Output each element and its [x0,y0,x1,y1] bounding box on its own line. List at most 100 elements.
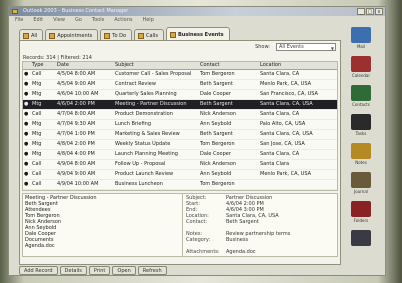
table-row[interactable]: ● Call 4/9/04 10:00 AM Business Luncheon Tom… [23,180,337,190]
table-cell: 4/8/04 4:00 PM [57,151,95,157]
table-cell: Beth Sargent [200,101,233,107]
table-cell: Weekly Status Update [115,141,171,147]
menu-view[interactable]: View [53,16,65,24]
column-header[interactable]: Contact [199,62,259,69]
table-cell: Nick Anderson [200,161,237,167]
print-button[interactable]: Print [88,266,111,275]
table-cell: San Jose, CA, USA [260,141,305,147]
right-toolbar: Mail Calendar Contacts Tasks Notes Journal Fol… [343,27,379,267]
details-tree: Meeting - Partner Discussion Beth Sargent… [23,194,183,256]
chevron-down-icon: ▼ [330,46,334,51]
task-icon [104,33,111,39]
column-header[interactable]: Type [31,62,56,69]
nav-button-label: Contacts [352,102,370,107]
nav-button[interactable] [351,230,371,246]
maximize-icon[interactable]: □ [366,8,374,15]
menu-bar: File Edit View Go Tools Actions Help [9,16,385,24]
nav-button[interactable] [351,114,371,130]
app-icon [12,9,18,14]
table-cell: Call [32,161,42,167]
close-icon[interactable]: x [375,8,383,15]
menu-help[interactable]: Help [142,16,153,24]
nav-button-label: Journal [354,189,368,194]
nav-button[interactable] [351,27,371,43]
table-row[interactable]: ● Call 4/7/04 8:00 AM Product Demonstration… [23,110,337,120]
tree-item[interactable]: Agenda.doc [25,243,180,249]
table-cell: Mtg [32,141,42,147]
nav-button[interactable] [351,201,371,217]
filter-label: Show: [255,44,270,50]
column-header[interactable]: Subject [114,62,199,69]
table-cell: Nick Anderson [200,111,237,117]
nav-button[interactable] [351,85,371,101]
table-row[interactable]: ● Call 4/9/04 9:00 AM Product Launch Review… [23,170,337,180]
column-header[interactable]: Date [56,62,114,69]
table-cell: Launch Planning Meeting [115,151,178,157]
table-cell: Ann Seybold [200,171,232,177]
table-cell: 4/7/04 9:30 AM [57,121,96,127]
table-row[interactable]: ● Mtg 4/6/04 10:00 AM Quarterly Sales Plann… [23,90,337,100]
menu-actions[interactable]: Actions [114,16,132,24]
table-cell: Mtg [32,91,42,97]
minimize-icon[interactable]: _ [357,8,365,15]
menu-edit[interactable]: Edit [33,16,43,24]
table-cell: Ann Seybold [200,121,232,127]
open-button[interactable]: Open [112,266,136,275]
title-bar: Outlook 2003 - Business Contact Manager … [9,7,385,16]
table-cell: Santa Clara, CA, USA [260,101,313,107]
table-cell: Contract Review [115,81,156,87]
tab-label: All [31,33,38,39]
nav-button-label: Tasks [355,131,367,136]
nav-button[interactable] [351,172,371,188]
window-controls: _ □ x [357,8,383,15]
menu-file[interactable]: File [15,16,23,24]
table-cell: Dale Cooper [200,91,231,97]
table-cell: 4/5/04 8:00 AM [57,71,96,77]
table-cell: Marketing & Sales Review [115,131,180,137]
filter-value: All Events [279,44,304,50]
table-cell: Mtg [32,151,42,157]
column-header[interactable]: Location [259,62,337,69]
table-cell: ● [24,131,29,137]
details-fields: Subject: Partner Discussion Start: 4/6/04 2… [184,194,337,256]
details-button[interactable]: Details [59,266,87,275]
tab-label: Business Events [177,32,224,38]
nav-button-label: Notes [355,160,367,165]
table-cell: Product Launch Review [115,171,174,177]
tab-strip: All Appointments To Do Calls Business Ev… [19,27,230,42]
table-cell: Menlo Park, CA, USA [260,81,312,87]
menu-go[interactable]: Go [75,16,82,24]
table-row[interactable]: ● Mtg 4/7/04 1:00 PM Marketing & Sales Revi… [23,130,337,140]
table-cell: Mtg [32,131,42,137]
tab-label: To Do [112,33,126,39]
table-cell: Santa Clara, CA [260,111,300,117]
filter-dropdown[interactable]: All Events ▼ [276,43,336,51]
refresh-button[interactable]: Refresh [137,266,167,275]
table-cell [259,180,337,189]
table-row[interactable]: ● Mtg 4/5/04 9:00 AM Contract Review Beth Sa… [23,80,337,90]
table-row[interactable]: ● Call 4/5/04 8:00 AM Customer Call - Sales… [23,70,337,80]
table-cell: Product Demonstration [115,111,173,117]
table-cell: Mtg [32,121,42,127]
menu-tools[interactable]: Tools [92,16,104,24]
table-cell: 4/7/04 1:00 PM [57,131,95,137]
app-window: Outlook 2003 - Business Contact Manager … [8,6,386,276]
table-row[interactable]: ● Mtg 4/6/04 2:00 PM Meeting - Partner Disc… [23,100,337,110]
table-row[interactable]: ● Mtg 4/8/04 4:00 PM Launch Planning Meetin… [23,150,337,160]
table-row[interactable]: ● Mtg 4/7/04 9:30 AM Lunch Briefing Ann Seyb… [23,120,337,130]
column-header[interactable] [23,62,31,69]
nav-button[interactable] [351,143,371,159]
table-cell: 4/5/04 9:00 AM [57,81,96,87]
add-record-button[interactable]: Add Record [19,266,58,275]
nav-button[interactable] [351,56,371,72]
table-cell: 4/9/04 8:00 AM [57,161,96,167]
table-cell: ● [24,71,29,77]
table-row[interactable]: ● Call 4/9/04 8:00 AM Follow Up - Proposal N… [23,160,337,170]
detail-field: Attachments: Agenda.doc [186,249,335,255]
contacts-icon [23,33,29,39]
event-icon [169,32,176,38]
table-cell: Follow Up - Proposal [115,161,166,167]
table-cell: ● [24,81,29,87]
table-row[interactable]: ● Mtg 4/8/04 2:00 PM Weekly Status Update To… [23,140,337,150]
table-cell: ● [24,91,29,97]
